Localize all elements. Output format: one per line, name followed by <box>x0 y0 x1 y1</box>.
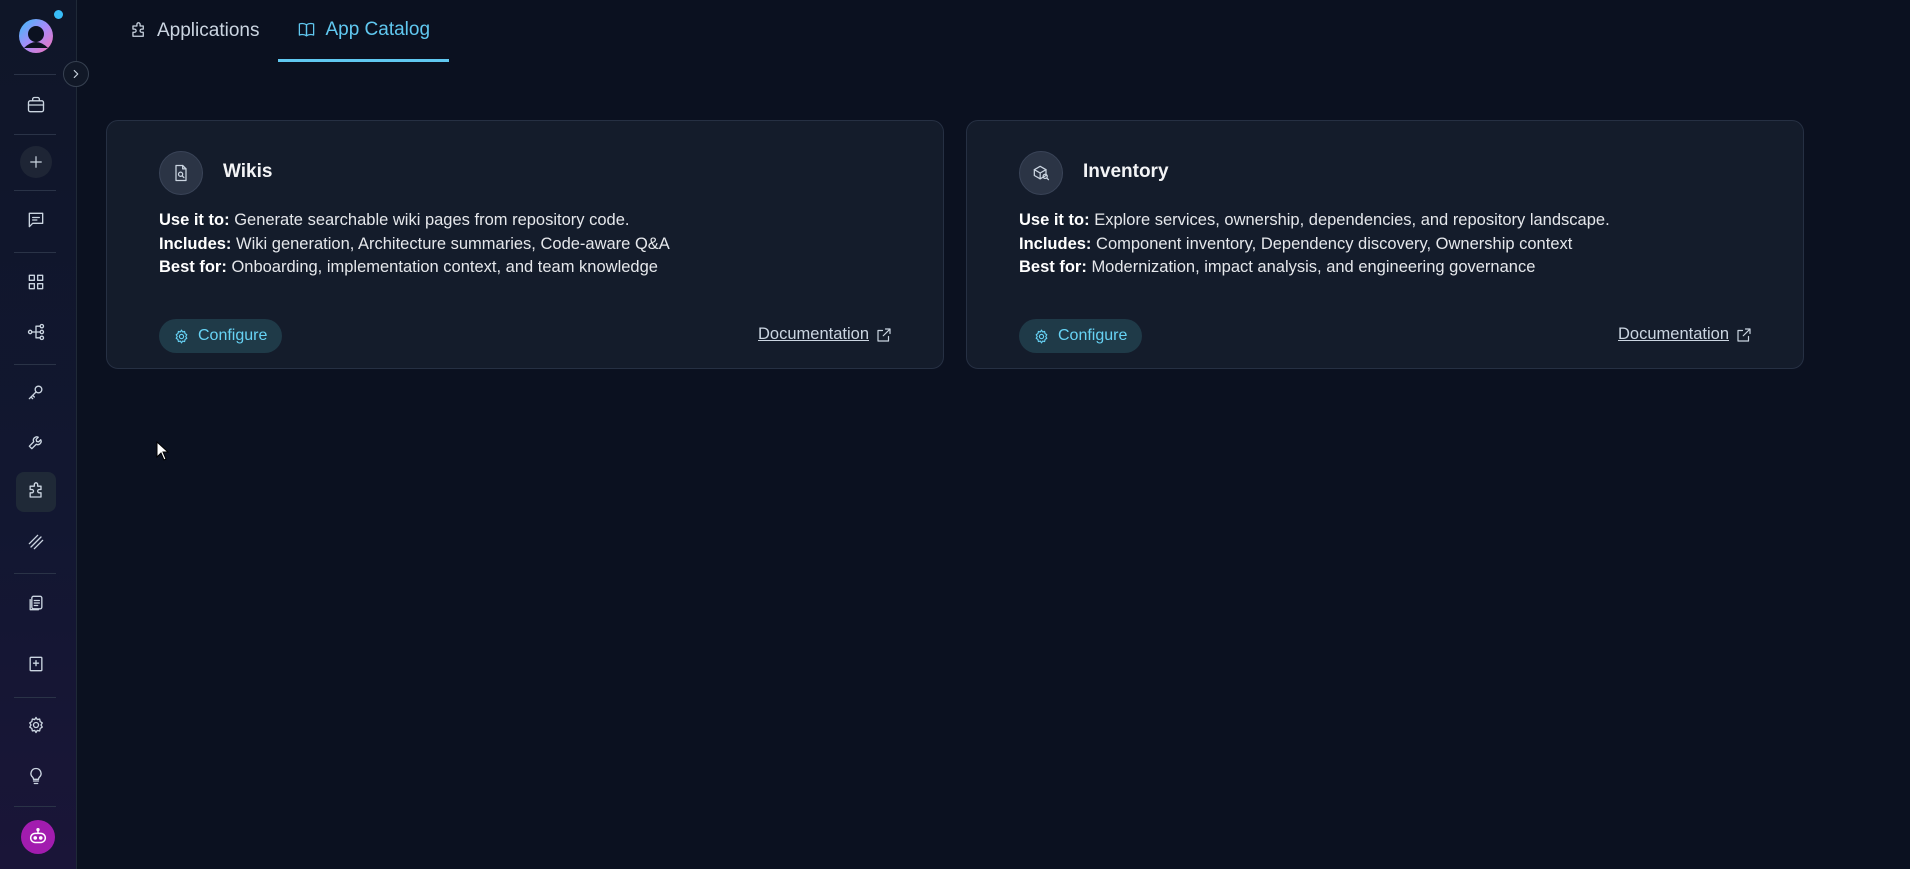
sidebar-item-settings[interactable] <box>16 705 56 745</box>
tab-bar: Applications App Catalog <box>110 0 450 64</box>
grid-icon <box>28 274 44 290</box>
sidebar-item-keys[interactable] <box>16 372 56 412</box>
gear-icon <box>29 716 43 734</box>
gear-icon <box>1035 329 1048 343</box>
box-search-icon <box>1033 165 1050 181</box>
sidebar-divider <box>14 190 56 191</box>
workflow-icon <box>27 323 45 341</box>
sidebar-divider <box>14 364 56 365</box>
card-description: Use it to: Explore services, ownership, … <box>1019 209 1610 280</box>
lightbulb-icon <box>30 767 42 785</box>
sidebar-item-tools[interactable] <box>16 422 56 462</box>
external-link-icon <box>877 327 891 342</box>
notification-dot <box>54 10 63 19</box>
tab-label: App Catalog <box>325 18 431 40</box>
app-logo[interactable] <box>18 18 54 54</box>
briefcase-icon <box>27 96 45 113</box>
plus-icon <box>30 156 42 168</box>
sidebar-divider <box>14 697 56 698</box>
external-link-icon <box>1737 327 1751 342</box>
chevron-right-icon <box>73 69 79 79</box>
tab-label: Applications <box>157 20 260 41</box>
sidebar-divider <box>14 252 56 253</box>
app-card-wikis: Wikis Use it to: Generate searchable wik… <box>106 120 944 369</box>
sidebar-item-knowledge[interactable] <box>16 644 56 684</box>
card-icon <box>1019 151 1063 195</box>
sidebar-divider <box>14 74 56 75</box>
configure-button[interactable]: Configure <box>159 319 283 353</box>
sidebar-divider <box>14 134 56 135</box>
puzzle-icon <box>29 482 42 498</box>
configure-label: Configure <box>1058 327 1128 344</box>
document-search-icon <box>175 164 187 182</box>
documentation-label: Documentation <box>758 325 869 343</box>
card-line-includes: Includes: Component inventory, Dependenc… <box>1019 234 1573 253</box>
documents-icon <box>29 595 43 611</box>
card-icon <box>159 151 203 195</box>
chat-icon <box>28 212 44 228</box>
documentation-link[interactable]: Documentation <box>758 325 893 344</box>
wrench-icon <box>28 436 42 450</box>
sidebar-item-portfolio[interactable] <box>16 85 56 125</box>
card-line-use: Use it to: Generate searchable wiki page… <box>159 211 630 229</box>
sparkle-book-icon <box>29 656 43 672</box>
book-icon <box>299 22 315 37</box>
card-line-best: Best for: Modernization, impact analysis… <box>1019 258 1536 276</box>
gear-icon <box>175 329 188 343</box>
sidebar <box>0 0 89 869</box>
sidebar-item-dashboard[interactable] <box>16 262 56 302</box>
documentation-link[interactable]: Documentation <box>1618 325 1753 344</box>
sidebar-divider <box>14 573 56 574</box>
card-line-includes: Includes: Wiki generation, Architecture … <box>159 234 670 253</box>
tab-app-catalog[interactable]: App Catalog <box>278 0 450 62</box>
configure-label: Configure <box>198 327 268 344</box>
card-line-use: Use it to: Explore services, ownership, … <box>1019 211 1610 229</box>
sidebar-item-chat[interactable] <box>16 200 56 240</box>
sidebar-item-new[interactable] <box>16 142 56 182</box>
sidebar-item-integrations[interactable] <box>16 522 56 562</box>
sidebar-item-ideas[interactable] <box>16 756 56 796</box>
mouse-cursor-icon <box>156 441 170 461</box>
sidebar-divider <box>14 806 56 807</box>
documentation-label: Documentation <box>1618 325 1729 343</box>
puzzle-icon <box>132 21 144 37</box>
app-root: Applications App Catalog Wikis Use it to… <box>0 0 1910 869</box>
key-icon <box>28 385 43 400</box>
robot-avatar-icon <box>29 828 47 844</box>
sidebar-expand-button[interactable] <box>63 61 89 87</box>
card-title: Wikis <box>223 161 273 182</box>
robot-avatar[interactable] <box>21 820 55 854</box>
tab-applications[interactable]: Applications <box>110 0 278 62</box>
card-description: Use it to: Generate searchable wiki page… <box>159 209 670 280</box>
configure-button[interactable]: Configure <box>1019 319 1143 353</box>
sidebar-item-applications[interactable] <box>16 472 56 512</box>
card-line-best: Best for: Onboarding, implementation con… <box>159 258 658 276</box>
app-card-inventory: Inventory Use it to: Explore services, o… <box>966 120 1804 369</box>
sidebar-item-workflows[interactable] <box>16 312 56 352</box>
sidebar-item-documents[interactable] <box>16 583 56 623</box>
layers-icon <box>28 534 44 550</box>
card-title: Inventory <box>1083 161 1169 182</box>
